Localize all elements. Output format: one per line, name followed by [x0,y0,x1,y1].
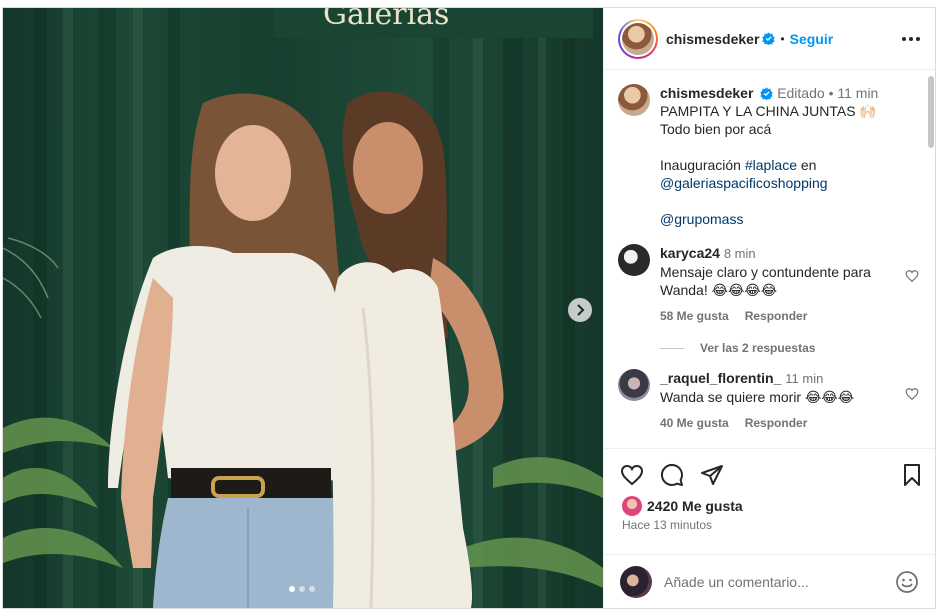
likes-count[interactable]: 2420 Me gusta [647,498,743,514]
caption-username[interactable]: chismesdeker [660,85,753,101]
separator-dot: • [780,31,785,46]
comment-likes[interactable]: 58 Me gusta [660,307,729,325]
post-header: chismesdeker • Seguir [604,8,935,70]
author-username[interactable]: chismesdeker [666,31,759,47]
view-replies-label: Ver las 2 respuestas [700,341,816,355]
verified-badge-icon [760,87,773,100]
view-replies-button[interactable]: Ver las 2 respuestas [660,341,923,355]
comment-text: Wanda se quiere morir 😂😂😂 [660,389,855,405]
carousel-dot [299,586,305,592]
caption-line: Todo bien por acá [660,121,772,137]
comment-like-icon[interactable] [905,269,919,283]
post-panel: chismesdeker • Seguir chismesdeker Edita… [603,8,935,608]
carousel-dot [289,586,295,592]
mention-link[interactable]: @galeriaspacificoshopping [660,174,900,192]
hashtag-link[interactable]: #laplace [745,157,797,173]
more-options-icon[interactable] [900,30,922,48]
caption-time[interactable]: 11 min [837,85,878,101]
comment: _raquel_florentin_ 11 min Wanda se quier… [618,369,923,432]
carousel-dot [309,586,315,592]
comment-avatar[interactable] [618,369,650,401]
next-image-button[interactable] [568,298,592,322]
comment: karyca24 8 min Mensaje claro y contunden… [618,244,923,325]
comment-avatar[interactable] [618,244,650,276]
caption: chismesdeker Editado • 11 min PAMPITA Y … [618,84,923,228]
bookmark-icon[interactable] [900,463,924,487]
edited-label: Editado [777,85,825,101]
post-time[interactable]: Hace 13 minutos [622,518,712,532]
mention-link[interactable]: @grupomass [660,210,900,228]
comment-text: Mensaje claro y contundente para Wanda! … [660,264,871,298]
comments-section: chismesdeker Editado • 11 min PAMPITA Y … [604,70,935,448]
comment-likes[interactable]: 40 Me gusta [660,414,729,432]
current-user-avatar [620,565,652,598]
likes-summary[interactable]: 2420 Me gusta [622,496,743,516]
emoji-icon[interactable] [895,570,919,594]
comment-time[interactable]: 8 min [724,246,756,261]
action-bar [604,448,935,503]
heart-icon[interactable] [620,463,644,487]
chevron-right-icon [577,304,585,316]
comment-username[interactable]: _raquel_florentin_ [660,370,781,386]
caption-text: Inauguración [660,157,745,173]
sign-text: Galerías [323,8,449,32]
follow-button[interactable]: Seguir [790,31,834,47]
reply-button[interactable]: Responder [745,307,808,325]
verified-badge-icon [762,32,776,45]
caption-avatar[interactable] [618,84,650,116]
add-comment-bar [604,554,935,608]
separator-dot: • [828,85,834,101]
post-image[interactable]: Galerías [3,8,603,608]
liker-avatar [622,496,642,516]
comment-time[interactable]: 11 min [785,371,823,386]
post-modal: Galerías chismesdeker • Seguir chismesde… [2,7,936,609]
comment-input[interactable] [664,573,884,590]
author-avatar[interactable] [618,18,658,59]
carousel-indicator [289,586,315,592]
caption-text: en [797,157,817,173]
photo-scene: Galerías [3,8,603,608]
reply-button[interactable]: Responder [745,414,808,432]
share-icon[interactable] [700,463,724,487]
comment-icon[interactable] [660,463,684,487]
caption-line: PAMPITA Y LA CHINA JUNTAS 🙌🏻 [660,103,877,119]
comment-like-icon[interactable] [905,387,919,401]
comment-username[interactable]: karyca24 [660,245,720,261]
